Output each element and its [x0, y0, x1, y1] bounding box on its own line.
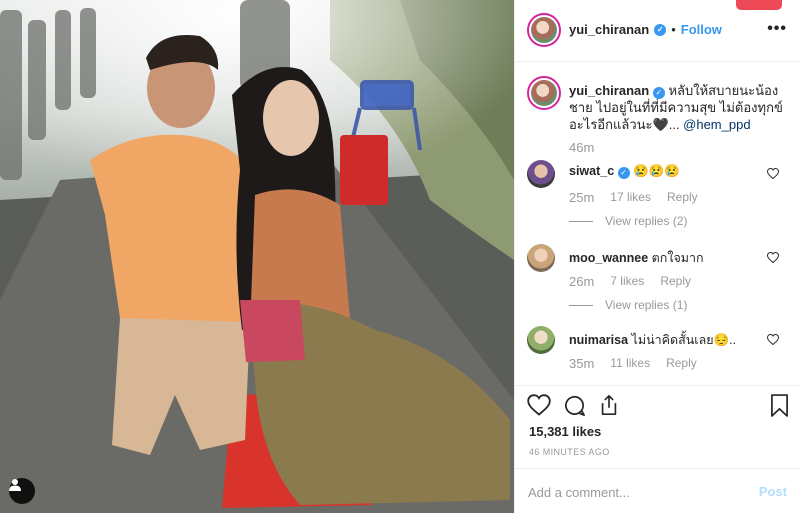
verified-badge-icon: ✓ — [652, 87, 665, 99]
user-tag-icon — [9, 479, 21, 491]
view-replies-label: View replies (2) — [605, 214, 688, 228]
comment-bubble-icon[interactable] — [563, 394, 586, 417]
heart-icon[interactable] — [527, 394, 551, 416]
author-avatar[interactable] — [527, 13, 561, 47]
view-replies-button[interactable]: View replies (2) — [569, 214, 687, 228]
comment-avatar[interactable] — [527, 326, 555, 354]
comment-reply-button[interactable]: Reply — [666, 356, 697, 371]
separator-dot: • — [671, 22, 676, 37]
comment-text-row: nuimarisa ไม่น่าคิดสั้นเลย😔.. — [569, 330, 769, 350]
comment-time[interactable]: 35m — [569, 356, 594, 371]
comment-avatar[interactable] — [527, 244, 555, 272]
comment-text: ตกใจมาก — [651, 251, 704, 265]
post-comment-button[interactable]: Post — [759, 484, 787, 499]
user-tag-button[interactable] — [9, 478, 35, 504]
author-row: yui_chiranan ✓ • Follow — [569, 22, 722, 37]
comment-meta: 25m 17 likes Reply — [569, 190, 714, 205]
heart-icon[interactable] — [767, 334, 779, 345]
replies-divider — [569, 304, 593, 306]
verified-badge-icon: ✓ — [654, 23, 667, 36]
photo-illustration — [0, 0, 514, 513]
caption-avatar[interactable] — [527, 76, 561, 110]
comment-likes[interactable]: 17 likes — [610, 190, 651, 205]
caption-time[interactable]: 46m — [569, 140, 594, 155]
likes-count[interactable]: 15,381 likes — [529, 424, 601, 439]
comment-meta: 35m 11 likes Reply — [569, 356, 713, 371]
verified-badge-icon: ✓ — [617, 167, 630, 179]
comment-input[interactable] — [528, 482, 748, 502]
view-replies-label: View replies (1) — [605, 298, 688, 312]
comment-username[interactable]: siwat_c — [569, 164, 614, 178]
comment-text-row: moo_wannee ตกใจมาก — [569, 248, 769, 268]
view-replies-button[interactable]: View replies (1) — [569, 298, 687, 312]
share-icon[interactable] — [598, 394, 620, 416]
post-actions: 15,381 likes 46 MINUTES AGO Post — [515, 385, 800, 513]
follow-button[interactable]: Follow — [681, 22, 722, 37]
post-panel: yui_chiranan ✓ • Follow ••• yui_chiranan… — [514, 0, 800, 513]
add-comment-bar: Post — [515, 468, 800, 513]
caption-username[interactable]: yui_chiranan — [569, 83, 649, 98]
comment-avatar[interactable] — [527, 160, 555, 188]
bookmark-icon[interactable] — [770, 394, 789, 417]
comment-reply-button[interactable]: Reply — [667, 190, 698, 205]
caption-text: yui_chiranan ✓ หลับให้สบายนะน้องชาย ไปอย… — [569, 82, 789, 133]
comment-text-row: siwat_c ✓ 😢😢😢 — [569, 164, 769, 179]
comment-username[interactable]: moo_wannee — [569, 251, 648, 265]
comment-reply-button[interactable]: Reply — [660, 274, 691, 289]
post-header: yui_chiranan ✓ • Follow ••• — [515, 0, 800, 62]
comment-text: 😢😢😢 — [633, 164, 680, 178]
comment-time[interactable]: 25m — [569, 190, 594, 205]
comment-likes[interactable]: 11 likes — [610, 356, 650, 371]
post-photo[interactable] — [0, 0, 514, 513]
author-username[interactable]: yui_chiranan — [569, 22, 649, 37]
post-timestamp[interactable]: 46 MINUTES AGO — [529, 447, 610, 457]
comment-meta: 26m 7 likes Reply — [569, 274, 707, 289]
more-options-button[interactable]: ••• — [767, 20, 787, 38]
heart-icon[interactable] — [767, 168, 779, 179]
comment-likes[interactable]: 7 likes — [610, 274, 644, 289]
replies-divider — [569, 220, 593, 222]
caption-mention[interactable]: @hem_ppd — [683, 117, 750, 132]
comment-time[interactable]: 26m — [569, 274, 594, 289]
action-icons-row — [527, 394, 620, 417]
heart-icon[interactable] — [767, 252, 779, 263]
comment-text: ไม่น่าคิดสั้นเลย😔.. — [631, 333, 737, 347]
comment-username[interactable]: nuimarisa — [569, 333, 628, 347]
